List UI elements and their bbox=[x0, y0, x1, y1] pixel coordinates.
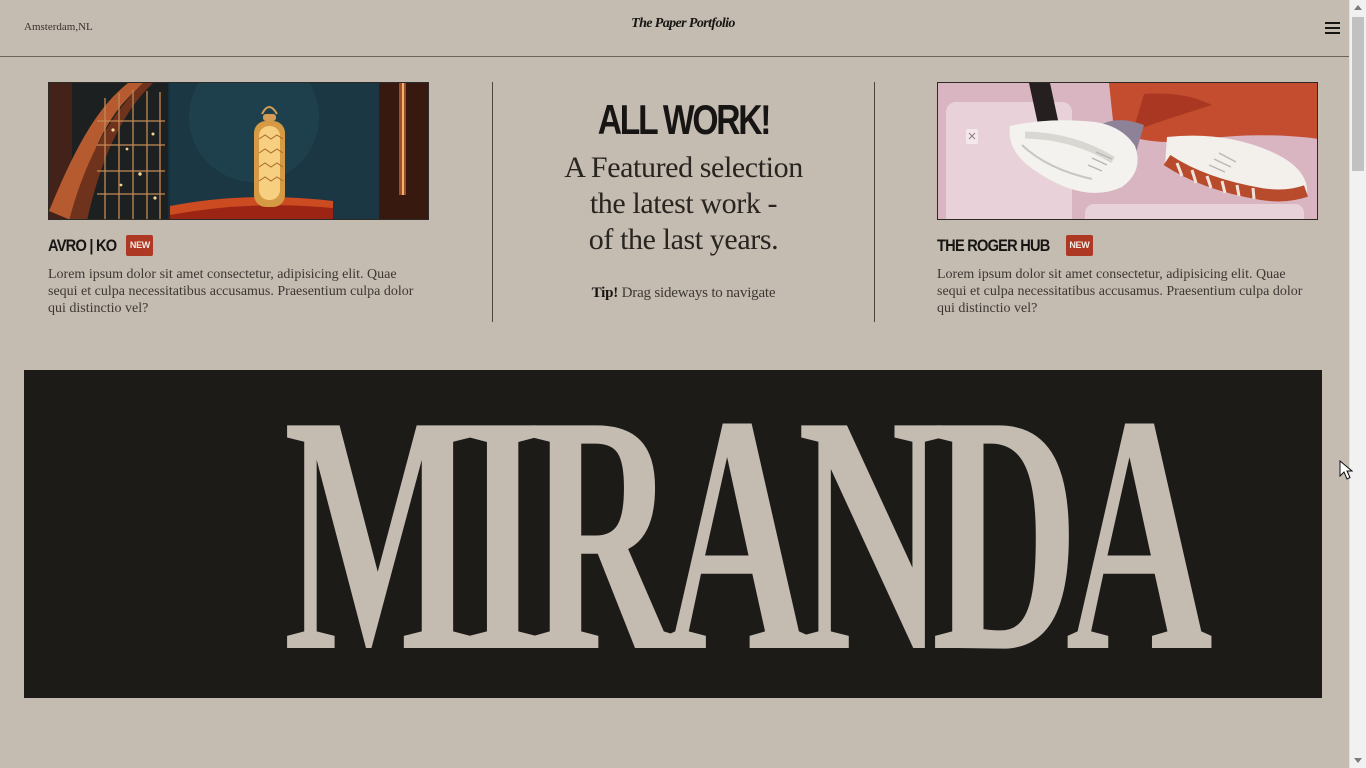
miranda-title: MIRANDA bbox=[283, 370, 1213, 698]
project-title-row: AVRO | KO NEW bbox=[48, 234, 429, 257]
featured-selection-line-1: A Featured selection bbox=[564, 151, 803, 184]
project-title-row: THE ROGER HUB NEW bbox=[937, 234, 1318, 257]
miranda-hero-banner[interactable]: MIRANDA bbox=[24, 370, 1322, 698]
hamburger-menu-icon[interactable] bbox=[1325, 21, 1340, 34]
new-badge: NEW bbox=[1065, 235, 1093, 256]
column-divider-right bbox=[874, 82, 875, 322]
top-bar: Amsterdam,NL The Paper Portfolio bbox=[0, 0, 1349, 57]
scroll-thumb[interactable] bbox=[1352, 17, 1364, 171]
all-work-heading: ALL WORK! bbox=[597, 96, 772, 143]
drag-tip: Tip! Drag sideways to navigate bbox=[493, 283, 874, 303]
project-title[interactable]: THE ROGER HUB bbox=[937, 236, 1050, 256]
tip-text: Drag sideways to navigate bbox=[618, 285, 776, 301]
white-sneakers-thumbnail[interactable] bbox=[937, 82, 1318, 220]
menu-line bbox=[1325, 22, 1340, 24]
scroll-down-arrow-icon[interactable] bbox=[1354, 758, 1362, 763]
project-card-avro-ko[interactable]: AVRO | KO NEW Lorem ipsum dolor sit amet… bbox=[48, 82, 429, 331]
menu-line bbox=[1325, 32, 1340, 34]
lantern-interior-thumbnail[interactable] bbox=[48, 82, 429, 220]
scroll-up-arrow-icon[interactable] bbox=[1354, 5, 1362, 10]
vertical-scrollbar[interactable] bbox=[1349, 0, 1366, 768]
site-brand[interactable]: The Paper Portfolio bbox=[0, 16, 1349, 32]
featured-work-intro: ALL WORK! A Featured selection the lates… bbox=[493, 90, 874, 303]
project-description: Lorem ipsum dolor sit amet consectetur, … bbox=[937, 267, 1303, 316]
project-card-roger-hub[interactable]: THE ROGER HUB NEW Lorem ipsum dolor sit … bbox=[937, 82, 1318, 331]
portfolio-page: Amsterdam,NL The Paper Portfolio AVRO | … bbox=[0, 0, 1349, 768]
tip-label: Tip! bbox=[591, 285, 619, 301]
project-description: Lorem ipsum dolor sit amet consectetur, … bbox=[48, 267, 414, 316]
new-badge: NEW bbox=[126, 235, 154, 256]
featured-selection-line-2: the latest work - bbox=[589, 187, 778, 220]
lantern-interior-image bbox=[49, 83, 428, 219]
white-sneakers-image bbox=[938, 83, 1317, 219]
featured-selection-line-3: of the last years. bbox=[588, 223, 779, 256]
project-title[interactable]: AVRO | KO bbox=[48, 236, 117, 256]
menu-line bbox=[1325, 27, 1340, 29]
